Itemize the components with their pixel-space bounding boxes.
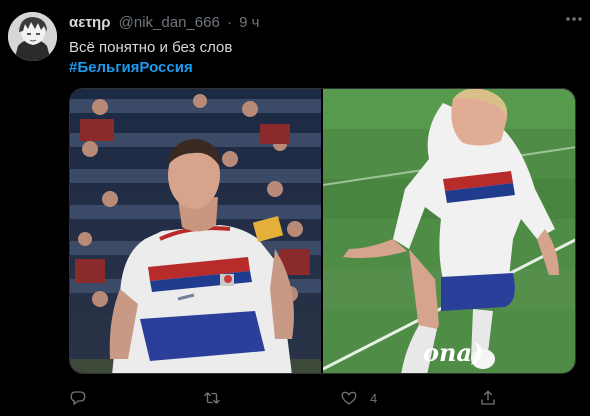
tweet[interactable]: αετηρ @nik_dan_666 · 9 ч Всё понятно и б… [0,0,590,416]
avatar[interactable] [8,12,57,61]
more-icon[interactable] [563,8,585,30]
avatar-image [8,12,57,61]
media-photo-left[interactable] [70,89,321,373]
timestamp[interactable]: 9 ч [239,14,259,31]
tweet-text: Всё понятно и без слов [69,39,233,56]
like-count: 4 [370,390,378,406]
tweet-header: αετηρ @nik_dan_666 · 9 ч [69,14,259,31]
share-button[interactable] [479,386,497,410]
media-photo-right[interactable]: ona) [322,89,575,373]
hashtag-link[interactable]: #БельгияРоссия [69,58,193,78]
user-handle[interactable]: @nik_dan_666 [119,14,220,31]
action-bar: 4 [0,386,590,410]
retweet-icon [204,392,220,404]
media-caption: ona) [423,338,483,367]
tweet-media[interactable]: ona) [69,88,576,374]
share-icon [481,390,495,405]
display-name[interactable]: αετηρ [69,14,110,31]
reply-button[interactable] [69,386,87,410]
reply-icon [70,391,86,406]
separator-dot: · [226,14,232,31]
retweet-button[interactable] [203,386,221,410]
like-button[interactable]: 4 [340,386,377,410]
heart-icon [341,391,357,405]
